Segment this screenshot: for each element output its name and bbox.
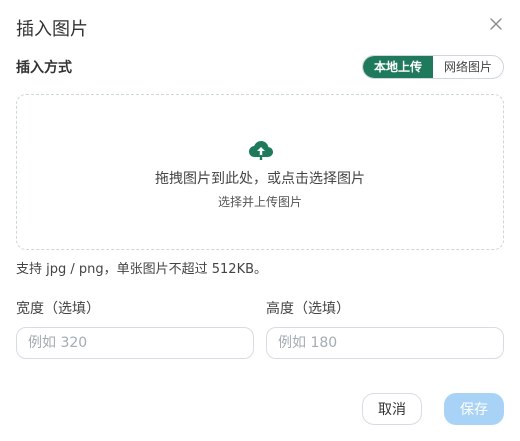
dropzone-sub-text: 选择并上传图片 (217, 195, 302, 209)
tab-web-image[interactable]: 网络图片 (433, 56, 503, 78)
cloud-upload-icon (249, 141, 273, 160)
close-button[interactable] (486, 14, 506, 34)
height-label: 高度（选填） (266, 301, 350, 317)
image-dropzone[interactable]: 拖拽图片到此处，或点击选择图片 选择并上传图片 (16, 94, 504, 250)
width-input[interactable] (16, 327, 254, 359)
cancel-button[interactable]: 取消 (362, 393, 422, 425)
insert-image-dialog: 插入图片 插入方式 本地上传 网络图片 拖拽图片到此处，或点击选择图片 选择并上… (0, 0, 520, 441)
dialog-title: 插入图片 (16, 19, 88, 40)
insert-mode-toggle: 本地上传 网络图片 (362, 55, 504, 79)
insert-mode-label: 插入方式 (16, 60, 72, 76)
close-icon (490, 18, 502, 30)
upload-hint: 支持 jpg / png，单张图片不超过 512KB。 (16, 262, 268, 277)
save-button[interactable]: 保存 (444, 393, 504, 425)
width-label: 宽度（选填） (16, 301, 100, 317)
dropzone-main-text: 拖拽图片到此处，或点击选择图片 (155, 171, 365, 187)
height-input[interactable] (266, 327, 504, 359)
tab-local-upload[interactable]: 本地上传 (363, 56, 433, 78)
